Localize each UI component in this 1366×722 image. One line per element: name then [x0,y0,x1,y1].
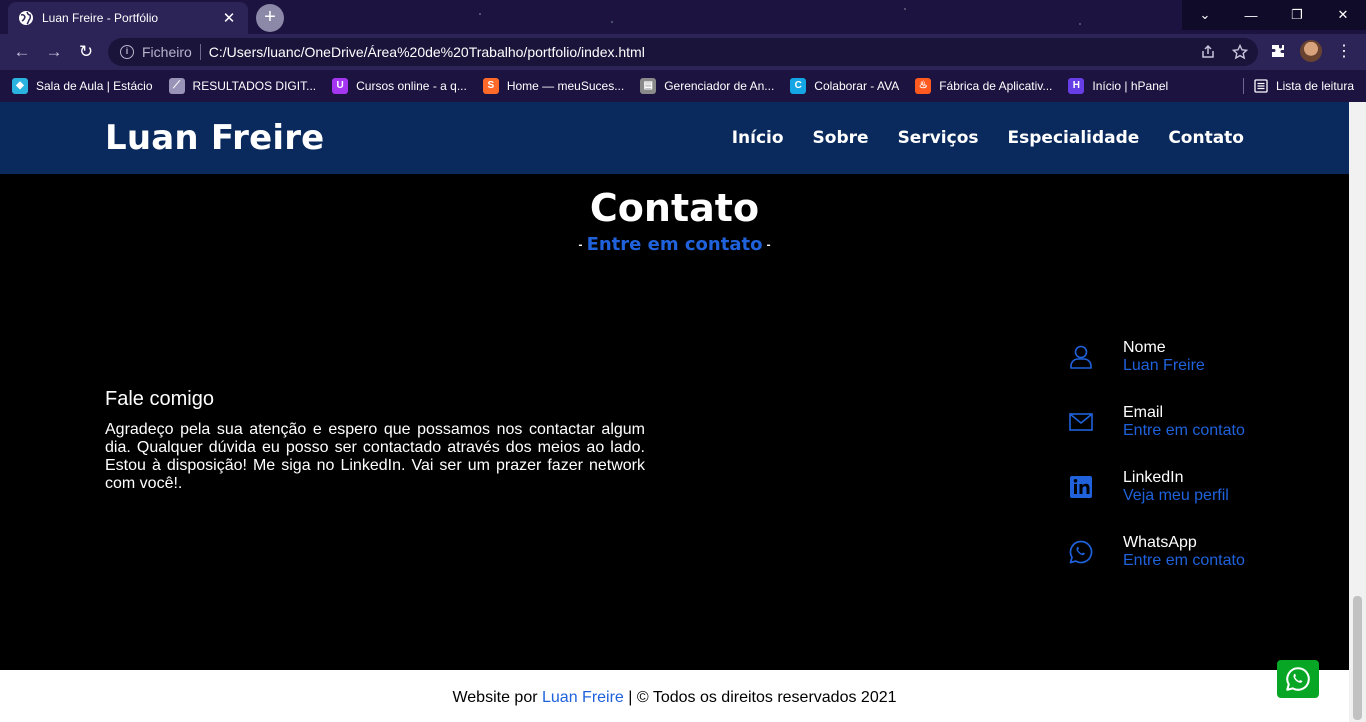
bookmark-item[interactable]: S Home — meuSuces... [482,78,625,94]
whatsapp-float-button[interactable] [1277,660,1319,698]
c-icon: C [790,78,807,94]
bookmarks-bar: ◆ Sala de Aula | Estácio ⟋ RESULTADOS DIGIT… [0,70,1366,102]
forward-button[interactable]: → [42,40,66,64]
page-scrollbar[interactable] [1349,102,1366,722]
bookmark-label: Sala de Aula | Estácio [36,79,153,93]
flame-icon: ♨ [915,78,932,94]
window-controls: ⌄ — ❐ ✕ [1182,0,1366,30]
globe-icon [19,11,33,25]
omnibox-actions [1200,44,1248,60]
site-header: Luan Freire Início Sobre Serviços Especi… [0,102,1349,174]
bookmark-label: Gerenciador de An... [664,79,775,93]
minimize-button[interactable]: — [1228,0,1274,30]
udemy-icon: U [332,78,349,94]
contact-item-linkedin: LinkedIn Veja meu perfil [1066,454,1296,519]
menu-item-especialidade[interactable]: Especialidade [1008,128,1140,148]
contact-whatsapp-link[interactable]: Entre em contato [1123,552,1245,570]
bookmark-item[interactable]: U Cursos online - a q... [332,78,467,94]
profile-avatar[interactable] [1300,40,1322,62]
contact-label: WhatsApp [1123,533,1197,551]
whatsapp-icon [1286,667,1310,691]
talk-title: Fale comigo [105,388,214,410]
page-viewport: Luan Freire Início Sobre Serviços Especi… [0,102,1349,722]
s-icon: S [482,78,499,94]
site-logo[interactable]: Luan Freire [105,118,324,158]
bookmark-item[interactable]: ⟋ RESULTADOS DIGIT... [168,78,317,94]
menu-item-contato[interactable]: Contato [1168,128,1244,148]
address-divider [199,44,201,60]
tab-strip: Luan Freire - Portfólio ✕ + ⌄ — ❐ ✕ [0,0,1366,34]
browser-toolbar: ← → ↻ i Ficheiro C:/Users/luanc/OneDrive… [0,34,1366,70]
new-tab-button[interactable]: + [256,4,284,32]
footer-suffix: | © Todos os direitos reservados 2021 [623,689,897,706]
bookmark-label: RESULTADOS DIGIT... [192,79,317,93]
site-info-icon[interactable]: i [120,45,134,59]
reading-list-label: Lista de leitura [1275,79,1354,93]
reading-list-button[interactable]: Lista de leitura [1242,78,1354,94]
section-title: Contato [589,186,760,230]
subtitle-divider-left: - [578,239,583,251]
extensions-icon[interactable] [1270,43,1286,59]
contact-linkedin-link[interactable]: Veja meu perfil [1123,487,1229,505]
contact-label: LinkedIn [1123,468,1184,486]
browser-menu-icon[interactable]: ⋮ [1336,41,1352,61]
address-url[interactable]: C:/Users/luanc/OneDrive/Área%20de%20Trab… [209,44,645,60]
reload-button[interactable]: ↻ [74,40,98,64]
toolbar-right: ⋮ [1270,40,1352,62]
subtitle-text: Entre em contato [586,234,763,255]
site-footer: Website por Luan Freire | © Todos os dir… [0,670,1349,722]
doc-icon: ▤ [640,78,657,94]
site-menu: Início Sobre Serviços Especialidade Cont… [732,128,1244,148]
bookmarks-divider [1242,78,1244,94]
talk-text: Agradeço pela sua atenção e espero que p… [105,421,645,492]
bookmark-star-icon[interactable] [1232,44,1248,60]
address-scheme: Ficheiro [142,44,192,60]
bookmark-label: Home — meuSuces... [506,79,625,93]
talk-block: Fale comigo Agradeço pela sua atenção e … [105,388,645,493]
contact-label: Email [1123,403,1164,421]
tab-search-icon[interactable]: ⌄ [1182,0,1228,30]
section-subtitle: - Entre em contato - [0,234,1349,255]
close-window-button[interactable]: ✕ [1320,0,1366,30]
footer-author-link[interactable]: Luan Freire [542,689,624,706]
bookmark-item[interactable]: ♨ Fábrica de Aplicativ... [915,78,1052,94]
contact-value: Luan Freire [1123,356,1205,374]
bookmark-label: Início | hPanel [1092,79,1169,93]
footer-prefix: Website por [452,689,542,706]
whatsapp-icon [1069,540,1093,563]
reading-list-icon [1254,79,1268,93]
contact-email-link[interactable]: Entre em contato [1123,422,1245,440]
diamond-icon: ◆ [12,78,28,94]
browser-tab[interactable]: Luan Freire - Portfólio ✕ [8,2,248,34]
tab-title: Luan Freire - Portfólio [42,11,159,25]
back-button[interactable]: ← [10,40,34,64]
contact-label: Nome [1123,338,1166,356]
bookmark-item[interactable]: C Colaborar - AVA [790,78,899,94]
chart-icon: ⟋ [168,78,185,94]
bookmark-item[interactable]: ◆ Sala de Aula | Estácio [12,78,153,94]
menu-item-servicos[interactable]: Serviços [898,128,979,148]
menu-item-inicio[interactable]: Início [732,128,784,148]
scrollbar-thumb[interactable] [1353,596,1362,720]
bookmark-label: Colaborar - AVA [814,79,900,93]
contact-item-nome: Nome Luan Freire [1066,324,1296,389]
bookmark-label: Fábrica de Aplicativ... [939,79,1053,93]
tab-close-icon[interactable]: ✕ [220,9,238,27]
browser-chrome: Luan Freire - Portfólio ✕ + ⌄ — ❐ ✕ ← → … [0,0,1366,102]
contact-item-whatsapp: WhatsApp Entre em contato [1066,519,1296,584]
address-bar[interactable]: i Ficheiro C:/Users/luanc/OneDrive/Área%… [108,38,1258,66]
user-icon [1070,345,1092,369]
share-icon[interactable] [1200,44,1216,60]
subtitle-divider-right: - [766,239,771,251]
maximize-button[interactable]: ❐ [1274,0,1320,30]
linkedin-icon [1070,475,1092,498]
contact-list: Nome Luan Freire Email Entre em contato [1066,324,1296,584]
bookmark-label: Cursos online - a q... [356,79,467,93]
bookmark-item[interactable]: H Início | hPanel [1068,78,1168,94]
menu-item-sobre[interactable]: Sobre [813,128,869,148]
contact-item-email: Email Entre em contato [1066,389,1296,454]
h-icon: H [1068,78,1085,94]
bookmark-item[interactable]: ▤ Gerenciador de An... [640,78,774,94]
envelope-icon [1069,412,1093,431]
